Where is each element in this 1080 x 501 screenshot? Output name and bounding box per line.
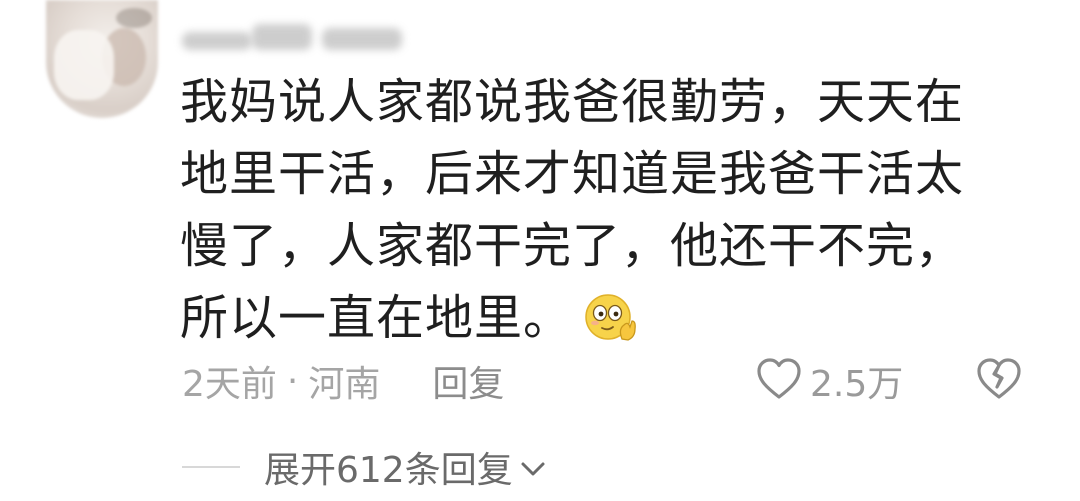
username-blurred[interactable] [182,18,412,58]
expand-replies-row: 展开612条回复 [182,442,547,492]
expand-replies-label: 展开612条回复 [264,450,513,491]
meta-separator: · [286,360,299,402]
divider-line [182,466,240,468]
broken-heart-icon [974,358,1024,406]
comment-timestamp: 2天前 [182,364,277,405]
thinking-emoji-icon [580,291,640,343]
comment-text-block: 我妈说人家都说我爸很勤劳，天天在地里干活，后来才知道是我爸干活太慢了，人家都干完… [180,66,1010,354]
dislike-button[interactable] [974,356,1024,406]
avatar-highlight [54,30,114,100]
username-blur-segment [182,32,252,50]
comment-location: 河南 [308,364,381,405]
avatar-hair [116,8,152,28]
username-blur-segment [322,28,402,50]
like-count: 2.5万 [810,364,904,405]
comment-text: 我妈说人家都说我爸很勤劳，天天在地里干活，后来才知道是我爸干活太慢了，人家都干完… [180,74,965,346]
reply-button[interactable]: 回复 [432,355,504,407]
username-blur-segment [252,24,312,50]
comment-meta: 2天前 · 河南 回复 [182,356,504,406]
like-button[interactable]: 2.5万 [756,356,903,406]
expand-replies-button[interactable]: 展开612条回复 [264,441,547,493]
avatar[interactable] [46,0,158,118]
heart-outline-icon [756,357,802,405]
chevron-down-icon [513,447,547,488]
